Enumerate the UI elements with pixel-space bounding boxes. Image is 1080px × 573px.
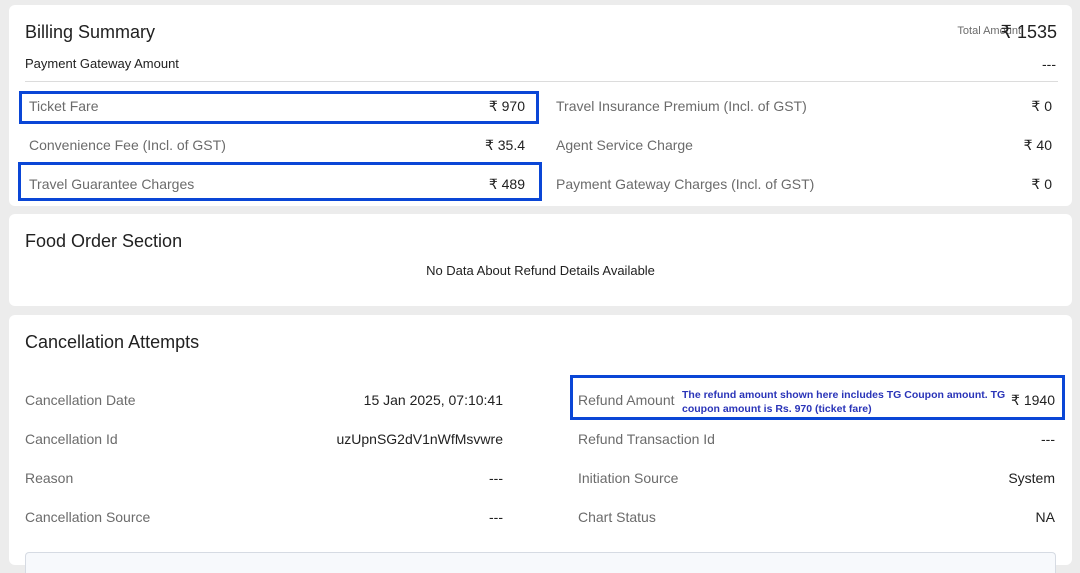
cancellation-date-value: 15 Jan 2025, 07:10:41 (363, 392, 503, 408)
convenience-fee-label: Convenience Fee (Incl. of GST) (29, 137, 226, 153)
chart-status-value: NA (1035, 509, 1055, 525)
cancellation-date-label: Cancellation Date (25, 392, 136, 408)
food-order-empty-message: No Data About Refund Details Available (426, 263, 655, 278)
cancellation-source-value: --- (489, 509, 503, 525)
agent-service-charge-label: Agent Service Charge (556, 137, 693, 153)
cancellation-attempts-title: Cancellation Attempts (25, 332, 200, 352)
reason-value: --- (489, 470, 503, 486)
food-order-title: Food Order Section (25, 231, 183, 251)
refund-transaction-id-value: --- (1041, 431, 1055, 447)
payment-gateway-amount-value: --- (1042, 56, 1056, 72)
billing-summary-title: Billing Summary (25, 22, 156, 42)
payment-gateway-amount-label: Payment Gateway Amount (25, 56, 179, 71)
travel-guarantee-highlight (18, 162, 542, 201)
travel-insurance-value: ₹ 0 (1031, 98, 1052, 114)
cancellation-source-label: Cancellation Source (25, 509, 151, 525)
initiation-source-value: System (1008, 470, 1055, 486)
agent-service-charge-value: ₹ 40 (1023, 137, 1052, 153)
refund-amount-highlight (570, 375, 1065, 420)
billing-divider (25, 81, 1058, 82)
food-order-card: Food Order Section No Data About Refund … (9, 214, 1072, 306)
cancellation-id-label: Cancellation Id (25, 431, 118, 447)
ticket-fare-highlight (19, 91, 539, 124)
reason-label: Reason (25, 470, 74, 486)
cancellation-id-value: uzUpnSG2dV1nWfMsvwre (336, 431, 503, 447)
billing-summary-card: Billing Summary Total Amount ₹ 1535 Paym… (9, 5, 1072, 206)
initiation-source-label: Initiation Source (578, 470, 679, 486)
chart-status-label: Chart Status (578, 509, 656, 525)
cancellation-attempts-card: Cancellation Attempts Cancellation Date … (9, 315, 1072, 573)
payment-gateway-charges-label: Payment Gateway Charges (Incl. of GST) (556, 176, 815, 192)
travel-insurance-label: Travel Insurance Premium (Incl. of GST) (556, 98, 807, 114)
payment-gateway-charges-value: ₹ 0 (1031, 176, 1052, 192)
total-amount-value: ₹ 1535 (1000, 22, 1058, 42)
convenience-fee-value: ₹ 35.4 (484, 137, 525, 153)
next-section-edge (25, 552, 1056, 573)
refund-transaction-id-label: Refund Transaction Id (578, 431, 715, 447)
